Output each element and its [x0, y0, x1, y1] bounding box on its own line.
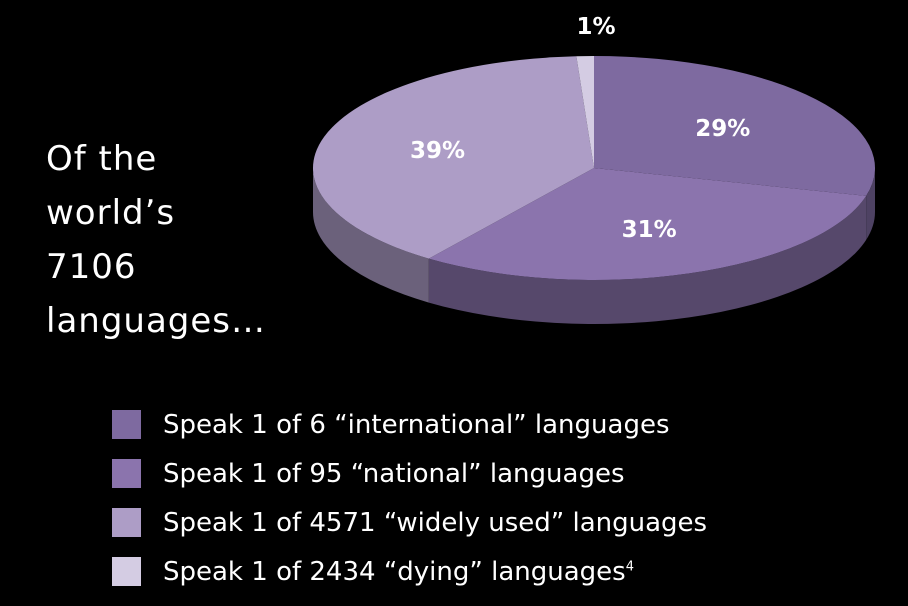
legend-label-text: Speak 1 of 2434 “dying” languages — [163, 556, 626, 587]
chart-title: Of the world’s 7106 languages… — [46, 132, 346, 348]
legend-label: Speak 1 of 6 “international” languages — [163, 409, 670, 440]
legend-swatch — [112, 508, 141, 537]
legend-item: Speak 1 of 95 “national” languages — [112, 449, 707, 498]
legend-swatch — [112, 557, 141, 586]
legend-label: Speak 1 of 2434 “dying” languages4 — [163, 557, 634, 587]
title-line: 7106 — [46, 247, 137, 287]
legend-label: Speak 1 of 4571 “widely used” languages — [163, 507, 708, 538]
legend-item: Speak 1 of 6 “international” languages — [112, 400, 707, 449]
slice-value-label: 31% — [622, 217, 677, 243]
legend-item: Speak 1 of 4571 “widely used” languages — [112, 498, 707, 547]
legend-swatch — [112, 459, 141, 488]
slice-value-label: 1% — [576, 14, 615, 40]
legend-label: Speak 1 of 95 “national” languages — [163, 458, 625, 489]
slice-value-label: 39% — [410, 138, 465, 164]
chart-legend: Speak 1 of 6 “international” languages S… — [112, 400, 707, 596]
footnote-marker: 4 — [625, 558, 634, 574]
title-line: world’s — [46, 193, 176, 233]
legend-swatch — [112, 410, 141, 439]
title-line: Of the — [46, 139, 158, 179]
pie-chart-tops — [313, 56, 875, 280]
title-line: languages… — [46, 301, 267, 341]
slice-value-label: 29% — [695, 116, 750, 142]
legend-item: Speak 1 of 2434 “dying” languages4 — [112, 547, 707, 596]
